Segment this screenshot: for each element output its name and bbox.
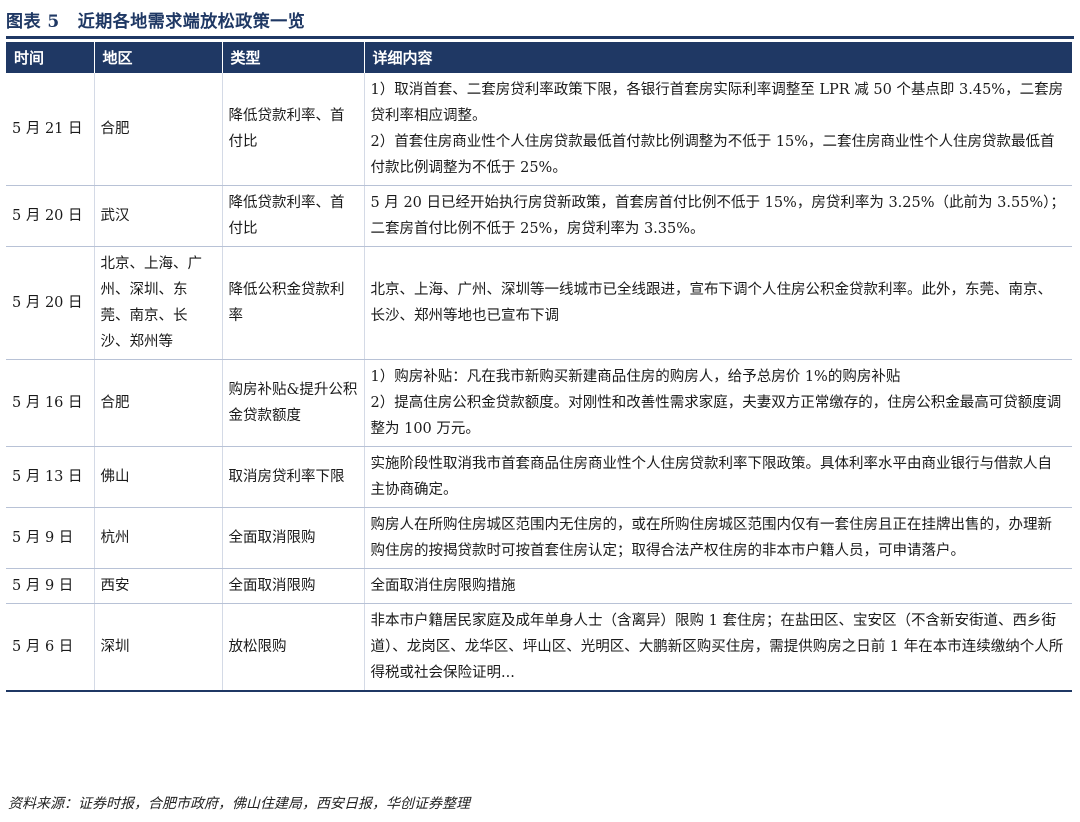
header-type: 类型 (222, 42, 365, 73)
detail-paragraph: 1）取消首套、二套房贷利率政策下限，各银行首套房实际利率调整至 LPR 减 50… (370, 82, 1064, 124)
detail-paragraph: 实施阶段性取消我市首套商品住房商业性个人住房贷款利率下限政策。具体利率水平由商业… (370, 456, 1053, 498)
table-row: 5 月 6 日深圳 放松限购 非本市户籍居民家庭及成年单身人士（含离异）限购 1 套… (6, 603, 1072, 692)
figure-label: 图表 5 (6, 11, 60, 32)
table-row: 5 月 9 日杭州 全面取消限购 购房人在所购住房城区范围内无住房的，或在所购住房城… (6, 507, 1072, 569)
detail-paragraph: 北京、上海、广州、深圳等一线城市已全线跟进，宣布下调个人住房公积金贷款利率。此外… (370, 282, 1053, 324)
cell-details: 实施阶段性取消我市首套商品住房商业性个人住房贷款利率下限政策。具体利率水平由商业… (364, 446, 1072, 508)
detail-paragraph: 2）首套住房商业性个人住房贷款最低首付款比例调整为不低于 15%，二套住房商业性… (370, 134, 1055, 176)
cell-details: 1）取消首套、二套房贷利率政策下限，各银行首套房实际利率调整至 LPR 减 50… (364, 73, 1072, 186)
header-details: 详细内容 (364, 42, 1072, 73)
cell-date: 5 月 6 日 (6, 603, 95, 692)
cell-type: 降低公积金贷款利率 (222, 246, 365, 360)
table-row: 5 月 13 日佛山 取消房贷利率下限 实施阶段性取消我市首套商品住房商业性个人住房… (6, 446, 1072, 508)
title-divider (6, 36, 1074, 39)
table-row: 5 月 9 日西安 全面取消限购 全面取消住房限购措施 (6, 568, 1072, 604)
detail-paragraph: 5 月 20 日已经开始执行房贷新政策，首套房首付比例不低于 15%，房贷利率为… (370, 195, 1065, 237)
cell-region: 合肥 (94, 359, 223, 447)
table-header-row: 时间 地区 类型 详细内容 (6, 42, 1072, 73)
figure-heading: 近期各地需求端放松政策一览 (77, 11, 306, 32)
cell-type: 降低贷款利率、首付比 (222, 73, 365, 186)
cell-date: 5 月 13 日 (6, 446, 95, 508)
policy-table: 时间 地区 类型 详细内容 5 月 21 日合肥 降低贷款利率、首付比 1）取消首套… (6, 42, 1072, 692)
table-row: 5 月 21 日合肥 降低贷款利率、首付比 1）取消首套、二套房贷利率政策下限，各银… (6, 73, 1072, 186)
cell-details: 1）购房补贴：凡在我市新购买新建商品住房的购房人，给予总房价 1%的购房补贴 2）… (364, 359, 1072, 447)
cell-details: 5 月 20 日已经开始执行房贷新政策，首套房首付比例不低于 15%，房贷利率为… (364, 185, 1072, 247)
cell-details: 购房人在所购住房城区范围内无住房的，或在所购住房城区范围内仅有一套住房且正在挂牌… (364, 507, 1072, 569)
cell-region: 合肥 (94, 73, 223, 186)
source-note: 资料来源：证券时报，合肥市政府，佛山住建局，西安日报，华创证券整理 (8, 796, 470, 812)
cell-date: 5 月 16 日 (6, 359, 95, 447)
table-row: 5 月 16 日合肥 购房补贴&提升公积金贷款额度 1）购房补贴：凡在我市新购买新建… (6, 359, 1072, 447)
figure-title: 图表 5 近期各地需求端放松政策一览 (6, 4, 305, 34)
cell-details: 北京、上海、广州、深圳等一线城市已全线跟进，宣布下调个人住房公积金贷款利率。此外… (364, 246, 1072, 360)
cell-type: 取消房贷利率下限 (222, 446, 365, 508)
cell-date: 5 月 9 日 (6, 507, 95, 569)
cell-details: 全面取消住房限购措施 (364, 568, 1072, 604)
cell-region: 杭州 (94, 507, 223, 569)
cell-date: 5 月 20 日 (6, 185, 95, 247)
cell-type: 放松限购 (222, 603, 365, 692)
cell-region: 深圳 (94, 603, 223, 692)
cell-type: 全面取消限购 (222, 507, 365, 569)
cell-region: 北京、上海、广州、深圳、东莞、南京、长沙、郑州等 (94, 246, 223, 360)
cell-region: 佛山 (94, 446, 223, 508)
detail-paragraph: 非本市户籍居民家庭及成年单身人士（含离异）限购 1 套住房；在盐田区、宝安区（不… (370, 613, 1064, 681)
detail-paragraph: 全面取消住房限购措施 (370, 578, 516, 594)
header-region: 地区 (94, 42, 223, 73)
cell-type: 降低贷款利率、首付比 (222, 185, 365, 247)
cell-type: 购房补贴&提升公积金贷款额度 (222, 359, 365, 447)
cell-region: 西安 (94, 568, 223, 604)
cell-details: 非本市户籍居民家庭及成年单身人士（含离异）限购 1 套住房；在盐田区、宝安区（不… (364, 603, 1072, 692)
detail-paragraph: 购房人在所购住房城区范围内无住房的，或在所购住房城区范围内仅有一套住房且正在挂牌… (370, 517, 1053, 559)
header-date: 时间 (6, 42, 95, 73)
cell-date: 5 月 20 日 (6, 246, 95, 360)
cell-region: 武汉 (94, 185, 223, 247)
table-row: 5 月 20 日武汉 降低贷款利率、首付比 5 月 20 日已经开始执行房贷新政策，… (6, 185, 1072, 247)
cell-type: 全面取消限购 (222, 568, 365, 604)
detail-paragraph: 2）提高住房公积金贷款额度。对刚性和改善性需求家庭，夫妻双方正常缴存的，住房公积… (370, 395, 1062, 437)
table-row: 5 月 20 日北京、上海、广州、深圳、东莞、南京、长沙、郑州等 降低公积金贷款利… (6, 246, 1072, 360)
cell-date: 5 月 9 日 (6, 568, 95, 604)
detail-paragraph: 1）购房补贴：凡在我市新购买新建商品住房的购房人，给予总房价 1%的购房补贴 (370, 369, 901, 385)
cell-date: 5 月 21 日 (6, 73, 95, 186)
